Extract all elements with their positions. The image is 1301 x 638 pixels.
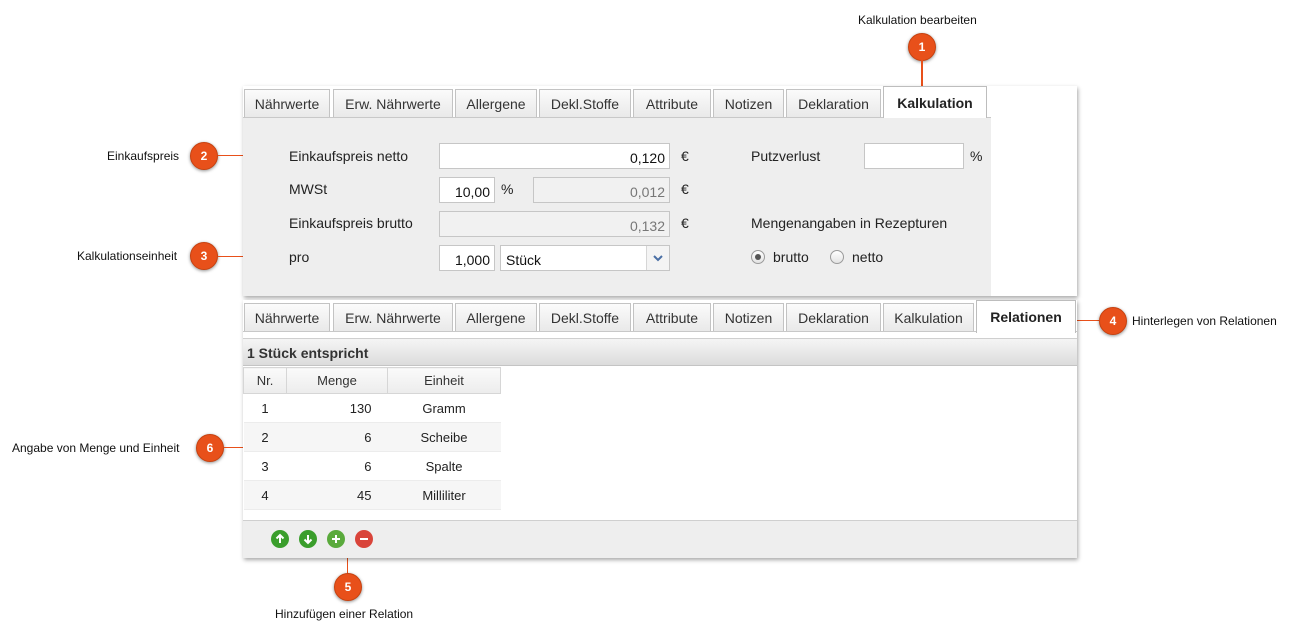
mwst-label: MWSt	[289, 181, 328, 197]
tab-erw-naehrwerte[interactable]: Erw. Nährwerte	[333, 89, 453, 117]
callout-3-text: Kalkulationseinheit	[77, 249, 178, 263]
currency-label: €	[681, 148, 689, 164]
callout-2-text: Einkaufspreis	[107, 149, 180, 163]
callout-6-line	[224, 447, 244, 448]
radio-brutto[interactable]	[751, 250, 765, 264]
table-row[interactable]: 3 6 Spalte	[243, 451, 501, 481]
remove-icon[interactable]	[355, 530, 373, 548]
mwst-amount-field: 0,012	[533, 177, 670, 203]
table-row[interactable]: 4 45 Milliliter	[243, 480, 501, 510]
tab-deklaration[interactable]: Deklaration	[786, 303, 881, 331]
unit-select[interactable]: Stück	[500, 245, 670, 271]
callout-3-badge: 3	[190, 242, 218, 270]
callout-6-text: Angabe von Menge und Einheit	[12, 441, 180, 455]
callout-1-badge: 1	[908, 33, 936, 61]
tab-relationen[interactable]: Relationen	[976, 300, 1076, 333]
cell-menge[interactable]: 130	[286, 393, 388, 423]
callout-1-line	[921, 60, 923, 87]
putzverlust-input[interactable]	[864, 143, 964, 169]
ek-netto-input[interactable]: 0,120	[439, 143, 670, 169]
cell-nr: 1	[243, 393, 287, 423]
tab-allergene[interactable]: Allergene	[455, 89, 537, 117]
cell-nr: 2	[243, 422, 287, 452]
tab-deklaration[interactable]: Deklaration	[786, 89, 881, 117]
col-nr-header[interactable]: Nr.	[243, 367, 287, 394]
ek-brutto-label: Einkaufspreis brutto	[289, 215, 413, 231]
tab-dekl-stoffe[interactable]: Dekl.Stoffe	[539, 89, 631, 117]
bottom-tabbar: Nährwerte Erw. Nährwerte Allergene Dekl.…	[243, 300, 1077, 333]
tab-naehrwerte[interactable]: Nährwerte	[244, 89, 330, 117]
pro-amount-input[interactable]: 1,000	[439, 245, 495, 271]
putzverlust-label: Putzverlust	[751, 148, 821, 164]
mengenangaben-label: Mengenangaben in Rezepturen	[751, 215, 948, 231]
cell-einheit[interactable]: Scheibe	[387, 422, 501, 452]
tab-erw-naehrwerte[interactable]: Erw. Nährwerte	[333, 303, 453, 331]
percent-label: %	[970, 148, 983, 164]
col-einheit-header[interactable]: Einheit	[387, 367, 501, 394]
table-row[interactable]: 2 6 Scheibe	[243, 422, 501, 452]
cell-nr: 4	[243, 480, 287, 510]
cell-einheit[interactable]: Milliliter	[387, 480, 501, 510]
tab-kalkulation[interactable]: Kalkulation	[883, 303, 974, 331]
callout-5-line	[347, 556, 348, 574]
cell-nr: 3	[243, 451, 287, 481]
ek-brutto-field: 0,132	[439, 211, 670, 237]
kalkulation-panel: Nährwerte Erw. Nährwerte Allergene Dekl.…	[243, 86, 1077, 296]
add-icon[interactable]	[327, 530, 345, 548]
unit-select-value: Stück	[506, 252, 542, 268]
currency-label: €	[681, 181, 689, 197]
callout-2-badge: 2	[190, 142, 218, 170]
arrow-down-icon[interactable]	[299, 530, 317, 548]
tab-allergene[interactable]: Allergene	[455, 303, 537, 331]
tab-dekl-stoffe[interactable]: Dekl.Stoffe	[539, 303, 631, 331]
relations-heading: 1 Stück entspricht	[243, 338, 1077, 366]
relationen-panel: Nährwerte Erw. Nährwerte Allergene Dekl.…	[243, 300, 1077, 558]
top-tabbar: Nährwerte Erw. Nährwerte Allergene Dekl.…	[243, 86, 991, 119]
callout-6-badge: 6	[196, 434, 224, 462]
arrow-up-icon[interactable]	[271, 530, 289, 548]
cell-menge[interactable]: 6	[286, 451, 388, 481]
radio-netto[interactable]	[830, 250, 844, 264]
tab-notizen[interactable]: Notizen	[713, 89, 784, 117]
tab-notizen[interactable]: Notizen	[713, 303, 784, 331]
table-row[interactable]: 1 130 Gramm	[243, 393, 501, 423]
callout-4-badge: 4	[1099, 307, 1127, 335]
relations-toolbar	[243, 520, 1077, 558]
callout-4-text: Hinterlegen von Relationen	[1132, 314, 1277, 328]
tab-attribute[interactable]: Attribute	[633, 89, 711, 117]
cell-menge[interactable]: 45	[286, 480, 388, 510]
callout-5-text: Hinzufügen einer Relation	[275, 607, 414, 621]
currency-label: €	[681, 215, 689, 231]
col-menge-header[interactable]: Menge	[286, 367, 388, 394]
mwst-rate-input[interactable]: 10,00	[439, 177, 495, 203]
cell-einheit[interactable]: Gramm	[387, 393, 501, 423]
cell-einheit[interactable]: Spalte	[387, 451, 501, 481]
tab-naehrwerte[interactable]: Nährwerte	[244, 303, 330, 331]
pro-label: pro	[289, 249, 310, 265]
callout-1-text: Kalkulation bearbeiten	[858, 13, 977, 27]
radio-brutto-label[interactable]: brutto	[773, 249, 809, 265]
callout-5-badge: 5	[334, 573, 362, 601]
percent-label: %	[501, 181, 514, 197]
radio-netto-label[interactable]: netto	[852, 249, 883, 265]
callout-4-line	[1077, 320, 1099, 321]
tab-attribute[interactable]: Attribute	[633, 303, 711, 331]
ek-netto-label: Einkaufspreis netto	[289, 148, 409, 164]
kalkulation-form: Einkaufspreis netto 0,120 € MWSt 10,00 %…	[243, 118, 991, 296]
cell-menge[interactable]: 6	[286, 422, 388, 452]
relations-table: Nr. Menge Einheit 1 130 Gramm 2 6 Scheib…	[243, 367, 501, 510]
tab-kalkulation[interactable]: Kalkulation	[883, 86, 987, 119]
chevron-down-icon[interactable]	[646, 246, 669, 270]
